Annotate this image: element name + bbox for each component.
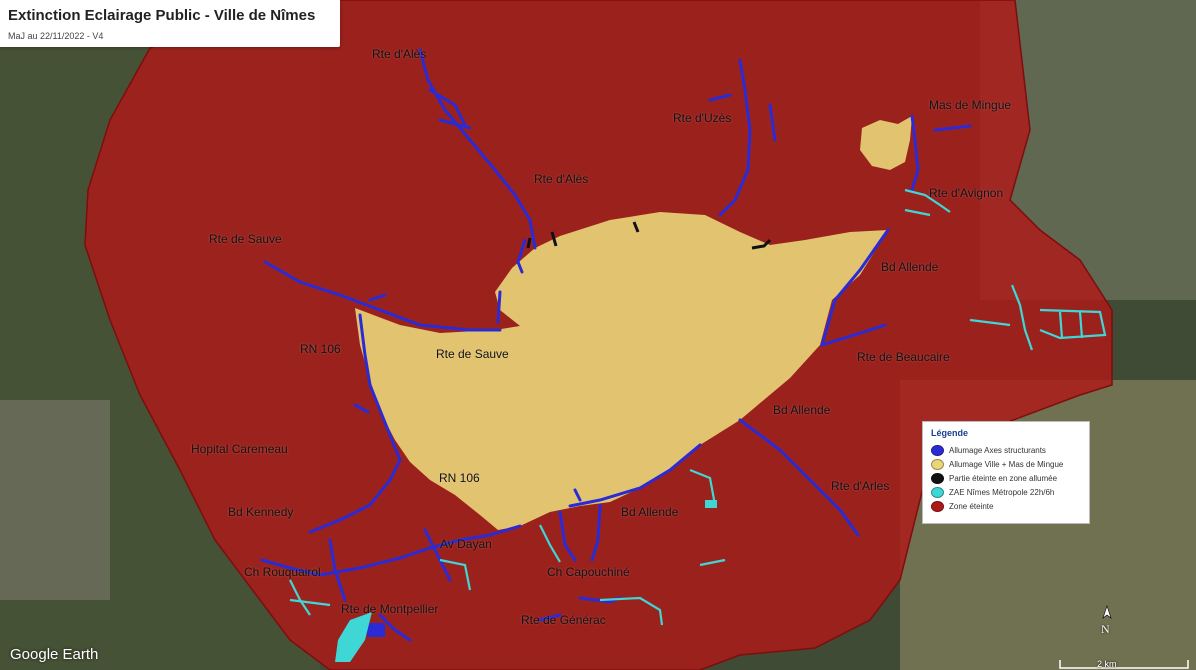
label-rte-uzes[interactable]: Rte d'Uzès bbox=[673, 111, 731, 125]
label-ch-capouchine[interactable]: Ch Capouchiné bbox=[547, 565, 630, 579]
label-rte-arles[interactable]: Rte d'Arles bbox=[831, 479, 889, 493]
legend-label-partie-eteinte: Partie éteinte en zone allumée bbox=[949, 474, 1058, 483]
map-view[interactable]: Extinction Eclairage Public - Ville de N… bbox=[0, 0, 1196, 670]
legend-label-axes: Allumage Axes structurants bbox=[949, 446, 1046, 455]
legend-label-zae: ZAE Nîmes Métropole 22h/6h bbox=[949, 488, 1055, 497]
label-bd-allende-1[interactable]: Bd Allende bbox=[881, 260, 938, 274]
label-rte-generac[interactable]: Rte de Générac bbox=[521, 613, 606, 627]
legend-swatch-zone-eteinte bbox=[931, 501, 944, 512]
map-subtitle: MaJ au 22/11/2022 - V4 bbox=[8, 31, 104, 41]
legend-item-ville: Allumage Ville + Mas de Mingue bbox=[931, 458, 1063, 471]
label-ch-rouquairol[interactable]: Ch Rouquairol bbox=[244, 565, 321, 579]
label-av-dayan[interactable]: Av Dayan bbox=[440, 537, 492, 551]
label-bd-allende-3[interactable]: Bd Allende bbox=[621, 505, 678, 519]
label-rte-ales-1[interactable]: Rte d'Alès bbox=[372, 47, 426, 61]
lit-axes-block bbox=[367, 623, 385, 637]
legend-title: Légende bbox=[931, 428, 969, 438]
zae-small-block bbox=[705, 500, 717, 508]
label-bd-allende-2[interactable]: Bd Allende bbox=[773, 403, 830, 417]
title-panel: Extinction Eclairage Public - Ville de N… bbox=[0, 0, 340, 47]
label-rte-avignon[interactable]: Rte d'Avignon bbox=[929, 186, 1003, 200]
legend-label-zone-eteinte: Zone éteinte bbox=[949, 502, 994, 511]
label-rte-ales-2[interactable]: Rte d'Alès bbox=[534, 172, 588, 186]
label-mas-de-mingue[interactable]: Mas de Mingue bbox=[929, 98, 1011, 112]
legend-swatch-axes bbox=[931, 445, 944, 456]
label-rte-sauve-1[interactable]: Rte de Sauve bbox=[209, 232, 282, 246]
satellite-southwest-town bbox=[0, 400, 110, 600]
label-rn106-2[interactable]: RN 106 bbox=[439, 471, 480, 485]
legend-swatch-zae bbox=[931, 487, 944, 498]
north-label: N bbox=[1101, 622, 1110, 636]
legend-item-zae: ZAE Nîmes Métropole 22h/6h bbox=[931, 486, 1054, 499]
label-rte-sauve-2[interactable]: Rte de Sauve bbox=[436, 347, 509, 361]
legend-item-axes: Allumage Axes structurants bbox=[931, 444, 1046, 457]
legend-item-zone-eteinte: Zone éteinte bbox=[931, 500, 993, 513]
label-rte-beaucaire[interactable]: Rte de Beaucaire bbox=[857, 350, 950, 364]
scale-label: 2 km bbox=[1097, 659, 1117, 669]
map-title: Extinction Eclairage Public - Ville de N… bbox=[8, 7, 316, 24]
legend-label-ville: Allumage Ville + Mas de Mingue bbox=[949, 460, 1064, 469]
label-bd-kennedy[interactable]: Bd Kennedy bbox=[228, 505, 293, 519]
label-rte-montpellier[interactable]: Rte de Montpellier bbox=[341, 602, 438, 616]
map-legend: Légende Allumage Axes structurants Allum… bbox=[922, 421, 1090, 524]
google-earth-logo: Google Earth bbox=[10, 646, 99, 663]
label-hopital[interactable]: Hopital Caremeau bbox=[191, 442, 288, 456]
legend-swatch-partie-eteinte bbox=[931, 473, 944, 484]
label-rn106-1[interactable]: RN 106 bbox=[300, 342, 341, 356]
legend-item-partie-eteinte: Partie éteinte en zone allumée bbox=[931, 472, 1057, 485]
legend-swatch-ville bbox=[931, 459, 944, 470]
